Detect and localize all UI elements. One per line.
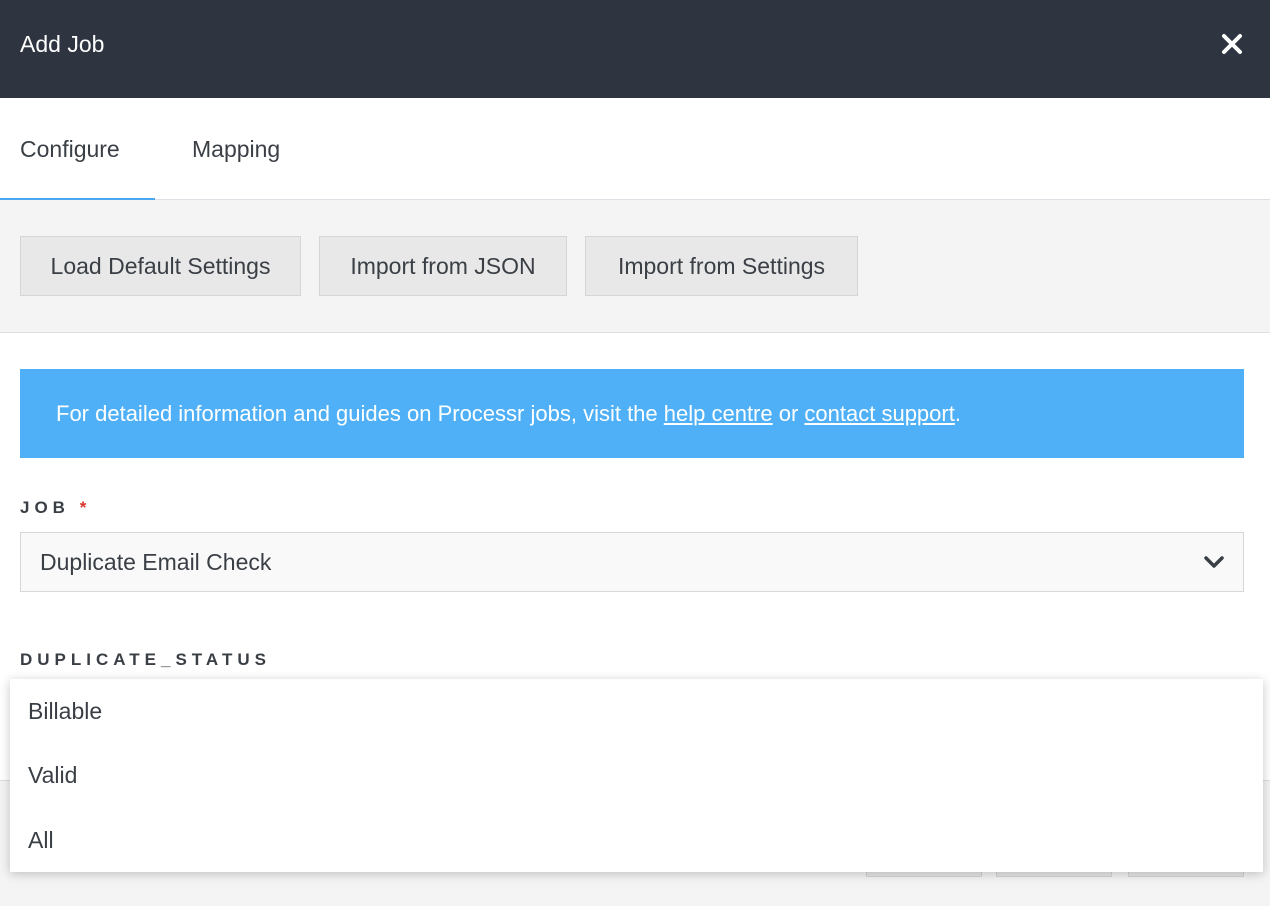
dropdown-option-billable[interactable]: Billable — [10, 679, 1263, 743]
modal-title: Add Job — [20, 31, 105, 57]
close-icon — [1222, 34, 1242, 54]
job-field-label: JOB * — [20, 498, 91, 518]
tab-mapping[interactable]: Mapping — [192, 98, 280, 200]
settings-toolbar: Load Default Settings Import from JSON I… — [0, 200, 1270, 333]
info-banner: For detailed information and guides on P… — [20, 369, 1244, 458]
job-label-text: JOB — [20, 498, 70, 517]
help-centre-link[interactable]: help centre — [664, 401, 773, 426]
info-text-after: . — [954, 401, 961, 426]
dropdown-option-all[interactable]: All — [10, 808, 1263, 872]
modal-header: Add Job — [0, 0, 1270, 98]
duplicate-status-dropdown: Billable Valid All — [10, 679, 1263, 872]
job-select[interactable]: Duplicate Email Check — [20, 532, 1244, 592]
info-text-middle: or — [772, 401, 805, 426]
load-default-settings-button[interactable]: Load Default Settings — [20, 236, 301, 296]
import-from-settings-button[interactable]: Import from Settings — [585, 236, 858, 296]
import-from-json-button[interactable]: Import from JSON — [319, 236, 567, 296]
required-marker: * — [79, 498, 92, 517]
duplicate-status-label: DUPLICATE_STATUS — [20, 650, 271, 669]
tab-configure[interactable]: Configure — [0, 98, 155, 201]
tab-bar: Configure Mapping — [0, 98, 1270, 201]
contact-support-link[interactable]: contact support — [804, 401, 954, 426]
info-text-before: For detailed information and guides on P… — [56, 401, 664, 426]
dropdown-option-valid[interactable]: Valid — [10, 743, 1263, 807]
chevron-down-icon — [1204, 556, 1224, 568]
job-select-value: Duplicate Email Check — [40, 549, 272, 575]
close-button[interactable] — [1212, 24, 1252, 64]
